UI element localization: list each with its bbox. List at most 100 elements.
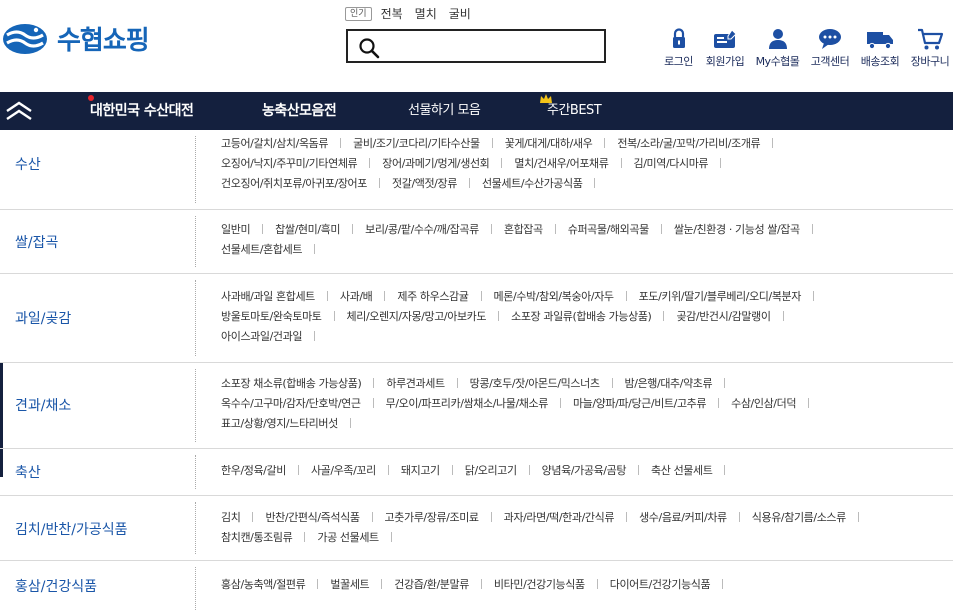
subcategory-link[interactable]: 건강즙/환/분말류	[394, 578, 469, 591]
subcategory-link[interactable]: 곶감/반건시/감말랭이	[676, 310, 770, 323]
popular-keyword[interactable]: 전복	[381, 5, 403, 22]
subcategory-link[interactable]: 사과/배	[340, 290, 373, 303]
subcategory-link[interactable]: 건오징어/쥐치포류/아귀포/장어포	[221, 177, 367, 190]
subcategory-link[interactable]: 반찬/간편식/즉석식품	[265, 511, 359, 524]
category-row: 과일/곶감 사과배/과일 혼합세트 사과/배 제주 하우스감귤 메론/수박/참외/복숭…	[0, 274, 953, 363]
subcategory-link[interactable]: 사골/우족/꼬리	[311, 464, 376, 477]
popular-keyword[interactable]: 멸치	[415, 5, 437, 22]
login-button[interactable]: 로그인	[657, 25, 700, 69]
subcategory-link[interactable]: 메론/수박/참외/복숭아/자두	[494, 290, 615, 303]
subcategory-link[interactable]: 돼지고기	[401, 464, 440, 477]
subcategory-link[interactable]: 수삼/인삼/더덕	[731, 397, 796, 410]
subcategory-link[interactable]: 꽃게/대게/대하/새우	[505, 137, 593, 150]
divider	[195, 280, 196, 356]
subcategory-link[interactable]: 다이어트/건강기능식품	[610, 578, 711, 591]
collapse-chevron-icon[interactable]	[4, 100, 34, 122]
subcategory-link[interactable]: 혼합잡곡	[504, 223, 543, 236]
subcategory-link[interactable]: 축산 선물세트	[651, 464, 713, 477]
divider	[195, 455, 196, 489]
subcategory-link[interactable]: 고등어/갈치/삼치/옥돔류	[221, 137, 329, 150]
subcategory-link[interactable]: 소포장 채소류(합배송 가능상품)	[221, 377, 362, 390]
lock-icon	[672, 28, 685, 48]
subcategory-link[interactable]: 김/미역/다시마류	[634, 157, 709, 170]
subcategory-link[interactable]: 장어/과메기/멍게/생선회	[382, 157, 490, 170]
category-nuts-vegetables[interactable]: 견과/채소	[15, 395, 71, 415]
subcategory-link[interactable]: 생수/음료/커피/차류	[639, 511, 727, 524]
suhyup-logo-icon	[3, 23, 47, 54]
subcategory-link[interactable]: 포도/키위/딸기/블루베리/오디/복분자	[639, 290, 802, 303]
subcategory-link[interactable]: 옥수수/고구마/감자/단호박/연근	[221, 397, 361, 410]
subcategory-link[interactable]: 닭/오리고기	[465, 464, 517, 477]
subcategory-link[interactable]: 땅콩/호두/잣/아몬드/믹스너츠	[470, 377, 600, 390]
subcategory-link[interactable]: 과자/라면/떡/한과/간식류	[504, 511, 615, 524]
subcategory-list: 사과배/과일 혼합세트 사과/배 제주 하우스감귤 메론/수박/참외/복숭아/자두 포도…	[221, 287, 941, 347]
category-row: 쌀/잡곡 일반미 찹쌀/현미/흑미 보리/콩/팥/수수/깨/잡곡류 혼합잡곡 슈퍼곡물/…	[0, 210, 953, 274]
subcategory-link[interactable]: 선물세트/수산가공식품	[482, 177, 583, 190]
utility-menu: 로그인 회원가입 My수협몰 고객센터 배송조회 장바구니	[657, 25, 953, 69]
subcategory-link[interactable]: 멸치/건새우/어포채류	[514, 157, 608, 170]
category-seafood[interactable]: 수산	[15, 154, 41, 174]
search-input[interactable]	[386, 35, 596, 57]
subcategory-link[interactable]: 홍삼/농축액/절편류	[221, 578, 306, 591]
divider	[195, 136, 196, 203]
nav-item-gift-collection[interactable]: 선물하기 모음	[408, 92, 481, 130]
subcategory-link[interactable]: 표고/상황/영지/느타리버섯	[221, 417, 338, 430]
category-fruits[interactable]: 과일/곶감	[15, 308, 71, 328]
cart-button[interactable]: 장바구니	[905, 25, 953, 69]
nav-item-weekly-best[interactable]: 주간BEST	[547, 92, 602, 130]
subcategory-link[interactable]: 오징어/낙지/주꾸미/기타연체류	[221, 157, 358, 170]
subcategory-link[interactable]: 고춧가루/장류/조미료	[385, 511, 479, 524]
subcategory-link[interactable]: 김치	[221, 511, 241, 524]
subcategory-link[interactable]: 찹쌀/현미/흑미	[275, 223, 340, 236]
customer-center-button[interactable]: 고객센터	[805, 25, 855, 69]
subcategory-link[interactable]: 참치캔/통조림류	[221, 531, 293, 544]
category-row: 수산 고등어/갈치/삼치/옥돔류 굴비/조기/코다리/기타수산물 꽃게/대게/대하/…	[0, 130, 953, 210]
util-label-delivery: 배송조회	[860, 55, 900, 68]
subcategory-link[interactable]: 가공 선물세트	[317, 531, 379, 544]
subcategory-link[interactable]: 식용유/참기름/소스류	[752, 511, 846, 524]
subcategory-link[interactable]: 마늘/양파/파/당근/비트/고추류	[573, 397, 707, 410]
subcategory-link[interactable]: 일반미	[221, 223, 251, 236]
popular-keywords: 인기 전복 멸치 굴비	[345, 5, 483, 22]
subcategory-link[interactable]: 선물세트/혼합세트	[221, 243, 302, 256]
subcategory-list: 고등어/갈치/삼치/옥돔류 굴비/조기/코다리/기타수산물 꽃게/대게/대하/새우 전…	[221, 134, 941, 194]
category-livestock[interactable]: 축산	[15, 462, 41, 482]
subcategory-link[interactable]: 아이스과일/건과일	[221, 330, 302, 343]
subcategory-link[interactable]: 제주 하우스감귤	[397, 290, 469, 303]
subcategory-link[interactable]: 슈퍼곡물/해외곡물	[568, 223, 649, 236]
subcategory-link[interactable]: 하루견과세트	[386, 377, 445, 390]
delivery-tracking-button[interactable]: 배송조회	[855, 25, 905, 69]
subcategory-link[interactable]: 젓갈/액젓/장류	[392, 177, 457, 190]
subcategory-link[interactable]: 전복/소라/굴/꼬막/가리비/조개류	[617, 137, 760, 150]
divider	[195, 369, 196, 442]
nav-item-agri-collection[interactable]: 농축산모음전	[262, 92, 337, 130]
subcategory-link[interactable]: 쌀눈/친환경 · 기능성 쌀/잡곡	[674, 223, 800, 236]
util-label-my: My수협몰	[755, 55, 800, 68]
subcategory-link[interactable]: 비타민/건강기능식품	[494, 578, 585, 591]
subcategory-link[interactable]: 한우/정육/갈비	[221, 464, 286, 477]
popular-keyword[interactable]: 굴비	[449, 5, 471, 22]
subcategory-link[interactable]: 소포장 과일류(합배송 가능상품)	[511, 310, 652, 323]
my-suhyup-button[interactable]: My수협몰	[750, 25, 805, 69]
subcategory-link[interactable]: 벌꿀세트	[330, 578, 369, 591]
subcategory-link[interactable]: 사과배/과일 혼합세트	[221, 290, 315, 303]
search-icon[interactable]	[358, 37, 380, 59]
cart-icon	[918, 28, 944, 50]
subcategory-link[interactable]: 밤/은행/대추/약초류	[625, 377, 713, 390]
subcategory-link[interactable]: 양념육/가공육/곰탕	[542, 464, 627, 477]
category-row: 김치/반찬/가공식품 김치 반찬/간편식/즉석식품 고춧가루/장류/조미료 과자/라면…	[0, 496, 953, 561]
category-kimchi-sidedish[interactable]: 김치/반찬/가공식품	[15, 519, 127, 539]
nav-item-fisheries-fair[interactable]: 대한민국 수산대전	[90, 92, 194, 130]
subcategory-list: 한우/정육/갈비 사골/우족/꼬리 돼지고기 닭/오리고기 양념육/가공육/곰탕 축산 선…	[221, 461, 941, 481]
subcategory-link[interactable]: 체리/오렌지/자몽/망고/아보카도	[347, 310, 487, 323]
category-redginseng-health[interactable]: 홍삼/건강식품	[15, 576, 97, 596]
main-nav: 대한민국 수산대전 농축산모음전 선물하기 모음 주간BEST	[0, 92, 953, 130]
category-rice-grains[interactable]: 쌀/잡곡	[15, 232, 58, 252]
signup-button[interactable]: 회원가입	[700, 25, 750, 69]
subcategory-link[interactable]: 무/오이/파프리카/쌈채소/나물/채소류	[386, 397, 549, 410]
subcategory-link[interactable]: 굴비/조기/코다리/기타수산물	[353, 137, 480, 150]
logo[interactable]: 수협쇼핑	[2, 20, 150, 57]
subcategory-link[interactable]: 방울토마토/완숙토마토	[221, 310, 322, 323]
divider	[195, 502, 196, 554]
subcategory-link[interactable]: 보리/콩/팥/수수/깨/잡곡류	[365, 223, 479, 236]
